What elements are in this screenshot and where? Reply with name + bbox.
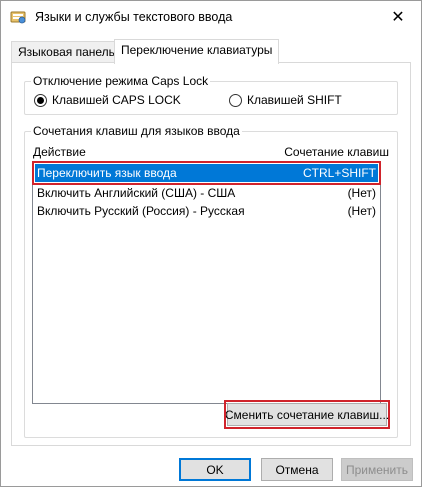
- radio-shift-label: Клавишей SHIFT: [247, 93, 342, 107]
- ok-button[interactable]: OK: [179, 458, 251, 481]
- list-item-hotkey: (Нет): [347, 186, 376, 200]
- list-item-action: Включить Английский (США) - США: [37, 186, 236, 200]
- radio-capslock-label: Клавишей CAPS LOCK: [52, 93, 181, 107]
- change-key-sequence-button[interactable]: Сменить сочетание клавиш...: [224, 400, 390, 429]
- list-item-action: Включить Русский (Россия) - Русская: [37, 204, 245, 218]
- column-header-hotkey: Сочетание клавиш: [284, 145, 389, 159]
- tab-language-bar[interactable]: Языковая панель: [11, 41, 122, 63]
- tab-panel: Отключение режима Caps Lock Клавишей CAP…: [11, 62, 411, 446]
- capslock-group-legend: Отключение режима Caps Lock: [31, 74, 211, 88]
- language-settings-icon: [10, 11, 26, 24]
- apply-button[interactable]: Применить: [341, 458, 413, 481]
- list-item-hotkey: CTRL+SHIFT: [302, 166, 376, 180]
- radio-unchecked-icon[interactable]: [229, 93, 242, 107]
- list-item[interactable]: Включить Русский (Россия) - Русская (Нет…: [35, 202, 378, 220]
- dialog-window: Языки и службы текстового ввода ✕ Языков…: [0, 0, 422, 487]
- list-item[interactable]: Включить Английский (США) - США (Нет): [35, 184, 378, 202]
- list-item[interactable]: Переключить язык ввода CTRL+SHIFT: [32, 161, 381, 185]
- cancel-button[interactable]: Отмена: [261, 458, 333, 481]
- title-bar[interactable]: Языки и службы текстового ввода ✕: [1, 1, 421, 33]
- window-title: Языки и службы текстового ввода: [35, 10, 233, 24]
- hotkeys-group-legend: Сочетания клавиш для языков ввода: [31, 124, 242, 138]
- list-item-action: Переключить язык ввода: [37, 166, 177, 180]
- radio-checked-icon[interactable]: [34, 93, 47, 107]
- hotkeys-group: Сочетания клавиш для языков ввода Действ…: [24, 124, 398, 438]
- close-icon[interactable]: ✕: [375, 1, 421, 33]
- capslock-group: Отключение режима Caps Lock Клавишей CAP…: [24, 74, 398, 115]
- radio-capslock-key[interactable]: Клавишей CAPS LOCK: [34, 93, 181, 107]
- column-header-action: Действие: [33, 145, 86, 159]
- radio-shift-key[interactable]: Клавишей SHIFT: [229, 93, 342, 107]
- tab-keyboard-switching[interactable]: Переключение клавиатуры: [114, 39, 280, 64]
- list-item-hotkey: (Нет): [347, 204, 376, 218]
- hotkey-list[interactable]: Переключить язык ввода CTRL+SHIFT Включи…: [32, 161, 381, 404]
